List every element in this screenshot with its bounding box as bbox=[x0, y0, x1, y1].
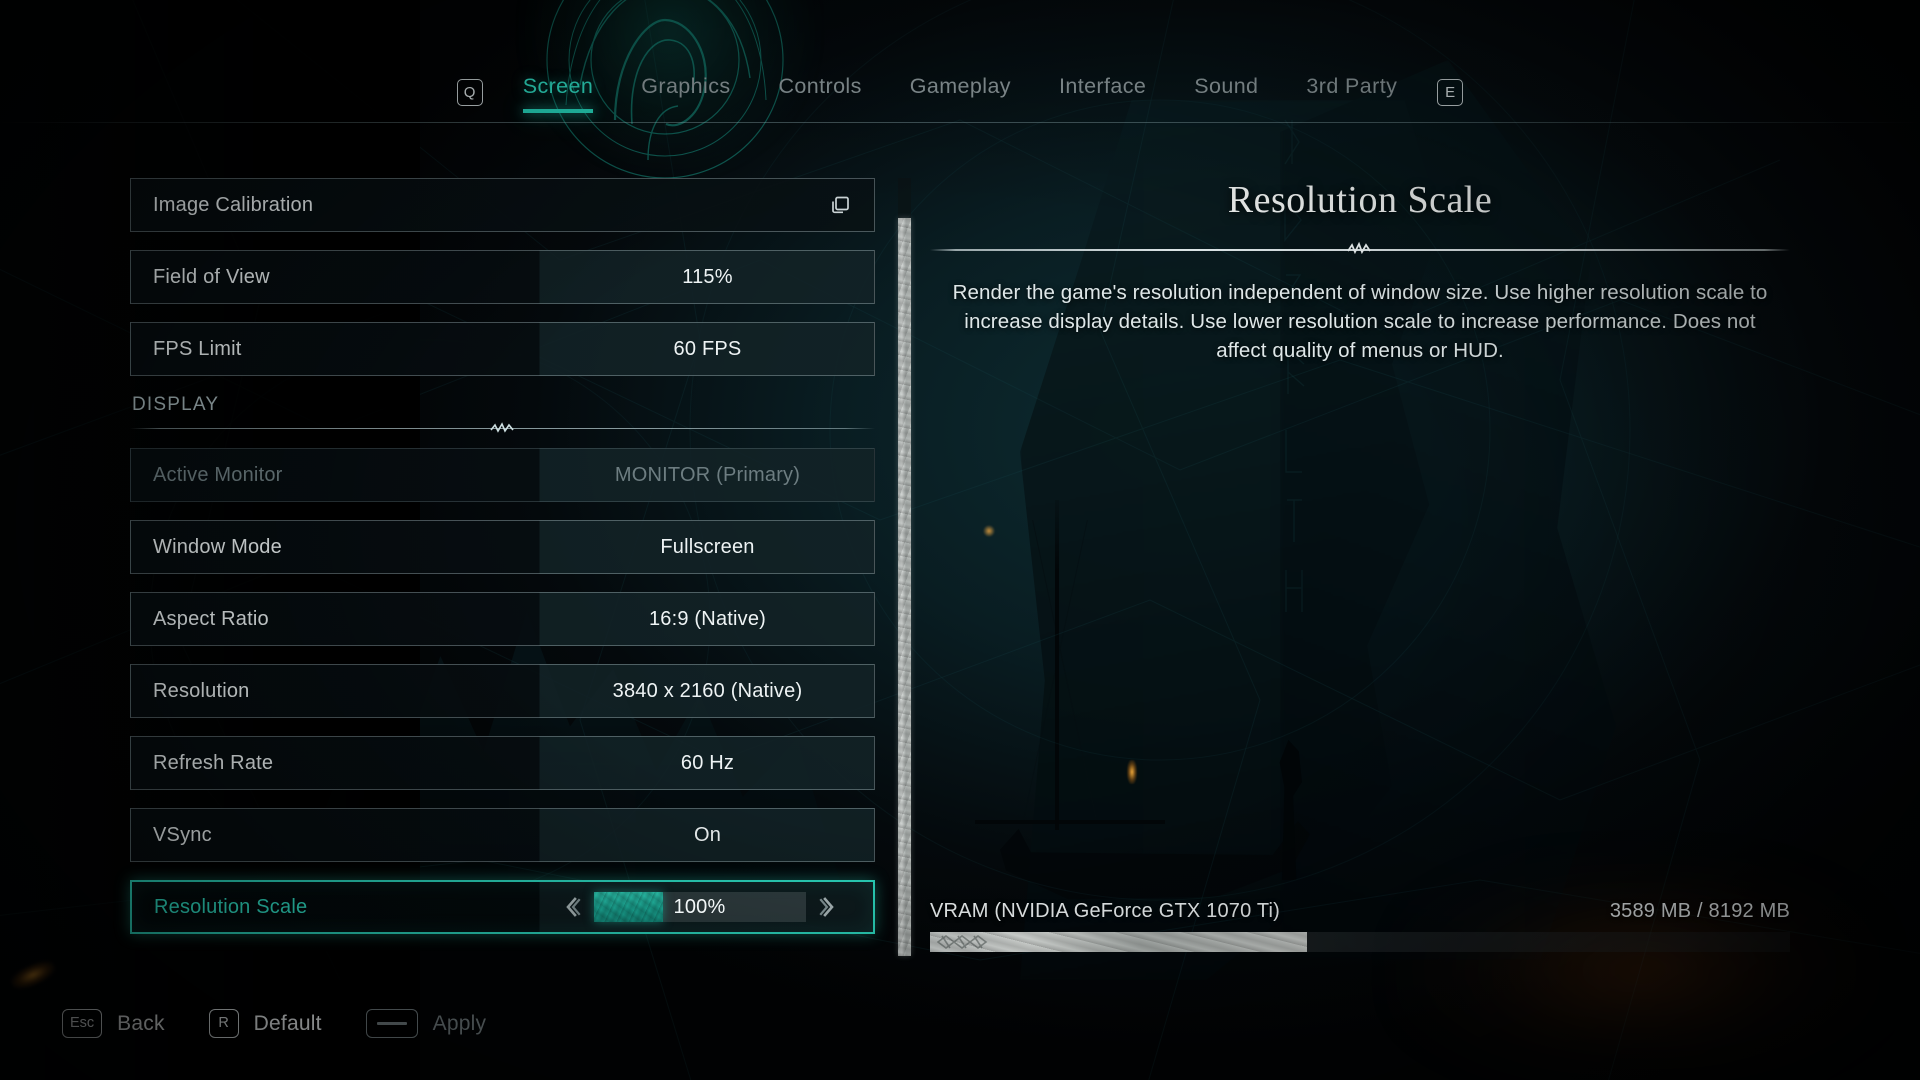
setting-row-aspect-ratio[interactable]: Aspect Ratio 16:9 (Native) bbox=[130, 592, 875, 646]
setting-label: Aspect Ratio bbox=[131, 608, 541, 631]
setting-label: Active Monitor bbox=[131, 464, 541, 487]
setting-label: Resolution bbox=[131, 680, 541, 703]
zigzag-ornament-icon bbox=[485, 420, 521, 436]
back-button-label: Back bbox=[117, 1012, 165, 1036]
setting-label: Image Calibration bbox=[131, 194, 541, 217]
setting-label: Field of View bbox=[131, 266, 541, 289]
footer-actions: Esc Back R Default Apply bbox=[62, 1009, 486, 1038]
setting-row-resolution-scale[interactable]: Resolution Scale 100% bbox=[130, 880, 875, 934]
setting-row-window-mode[interactable]: Window Mode Fullscreen bbox=[130, 520, 875, 574]
tab-controls-label: Controls bbox=[779, 74, 862, 98]
tab-gameplay-label: Gameplay bbox=[910, 74, 1011, 98]
apply-button-label: Apply bbox=[433, 1012, 487, 1036]
setting-row-vsync[interactable]: VSync On bbox=[130, 808, 875, 862]
next-tab-key[interactable]: E bbox=[1437, 79, 1463, 106]
setting-value: Fullscreen bbox=[541, 536, 874, 559]
chevron-left-icon[interactable] bbox=[558, 892, 586, 922]
default-button[interactable]: R Default bbox=[209, 1009, 322, 1038]
tab-3rd-party[interactable]: 3rd Party bbox=[1282, 72, 1421, 113]
esc-key-icon: Esc bbox=[62, 1009, 102, 1038]
slider-fill bbox=[594, 892, 664, 922]
chevron-right-icon[interactable] bbox=[814, 892, 842, 922]
game-settings-screen: Q Screen Graphics Controls Gameplay Inte… bbox=[0, 0, 1920, 1080]
setting-row-fps-limit[interactable]: FPS Limit 60 FPS bbox=[130, 322, 875, 376]
setting-row-field-of-view[interactable]: Field of View 115% bbox=[130, 250, 875, 304]
setting-label: Refresh Rate bbox=[131, 752, 541, 775]
setting-row-active-monitor: Active Monitor MONITOR (Primary) bbox=[130, 448, 875, 502]
setting-value: 60 FPS bbox=[541, 338, 874, 361]
apply-button: Apply bbox=[366, 1009, 487, 1038]
vram-label: VRAM (NVIDIA GeForce GTX 1070 Ti) bbox=[930, 900, 1280, 923]
slider-track[interactable]: 100% bbox=[594, 892, 806, 922]
setting-value: MONITOR (Primary) bbox=[541, 464, 874, 487]
top-bar-divider bbox=[0, 122, 1920, 123]
slider-value: 100% bbox=[674, 896, 726, 919]
tab-3rd-party-label: 3rd Party bbox=[1306, 74, 1397, 98]
external-window-icon bbox=[828, 193, 852, 217]
knotwork-ornament-icon bbox=[934, 934, 1054, 950]
setting-row-resolution[interactable]: Resolution 3840 x 2160 (Native) bbox=[130, 664, 875, 718]
detail-title: Resolution Scale bbox=[930, 178, 1790, 222]
zigzag-ornament-icon bbox=[1342, 241, 1378, 257]
tab-sound[interactable]: Sound bbox=[1170, 72, 1282, 113]
section-title: DISPLAY bbox=[130, 394, 875, 416]
tab-sound-label: Sound bbox=[1194, 74, 1258, 98]
setting-label: Resolution Scale bbox=[132, 896, 542, 919]
setting-value: 16:9 (Native) bbox=[541, 608, 874, 631]
settings-scrollbar-thumb[interactable] bbox=[898, 218, 911, 956]
detail-divider bbox=[930, 244, 1790, 256]
setting-value: 60 Hz bbox=[541, 752, 874, 775]
tab-controls[interactable]: Controls bbox=[755, 72, 886, 113]
tab-gameplay[interactable]: Gameplay bbox=[886, 72, 1035, 113]
tab-interface[interactable]: Interface bbox=[1035, 72, 1170, 113]
setting-value: 115% bbox=[541, 266, 874, 289]
vram-bar-track bbox=[930, 932, 1790, 952]
default-button-label: Default bbox=[254, 1012, 322, 1036]
setting-label: Window Mode bbox=[131, 536, 541, 559]
tab-screen-label: Screen bbox=[523, 74, 594, 98]
setting-value: On bbox=[541, 824, 874, 847]
top-navigation-bar: Q Screen Graphics Controls Gameplay Inte… bbox=[0, 0, 1920, 124]
tab-graphics-label: Graphics bbox=[641, 74, 730, 98]
r-key-icon: R bbox=[209, 1009, 239, 1038]
vram-value: 3589 MB / 8192 MB bbox=[1610, 900, 1790, 923]
section-divider bbox=[130, 424, 875, 434]
tab-interface-label: Interface bbox=[1059, 74, 1146, 98]
detail-description: Render the game's resolution independent… bbox=[930, 278, 1790, 365]
tab-screen[interactable]: Screen bbox=[499, 72, 618, 113]
section-display: DISPLAY bbox=[130, 394, 875, 434]
settings-tab-list: Q Screen Graphics Controls Gameplay Inte… bbox=[0, 72, 1920, 113]
setting-label: FPS Limit bbox=[131, 338, 541, 361]
resolution-scale-slider[interactable]: 100% bbox=[542, 892, 873, 922]
vram-meter: VRAM (NVIDIA GeForce GTX 1070 Ti) 3589 M… bbox=[930, 900, 1790, 952]
setting-row-refresh-rate[interactable]: Refresh Rate 60 Hz bbox=[130, 736, 875, 790]
prev-tab-key[interactable]: Q bbox=[457, 79, 483, 106]
detail-panel: Resolution Scale Render the game's resol… bbox=[930, 178, 1790, 365]
setting-value: 3840 x 2160 (Native) bbox=[541, 680, 874, 703]
settings-list: Image Calibration Field of View 115% FPS… bbox=[130, 178, 875, 952]
tab-graphics[interactable]: Graphics bbox=[617, 72, 754, 113]
setting-row-image-calibration[interactable]: Image Calibration bbox=[130, 178, 875, 232]
back-button[interactable]: Esc Back bbox=[62, 1009, 165, 1038]
spacebar-key-icon bbox=[366, 1009, 418, 1038]
setting-label: VSync bbox=[131, 824, 541, 847]
